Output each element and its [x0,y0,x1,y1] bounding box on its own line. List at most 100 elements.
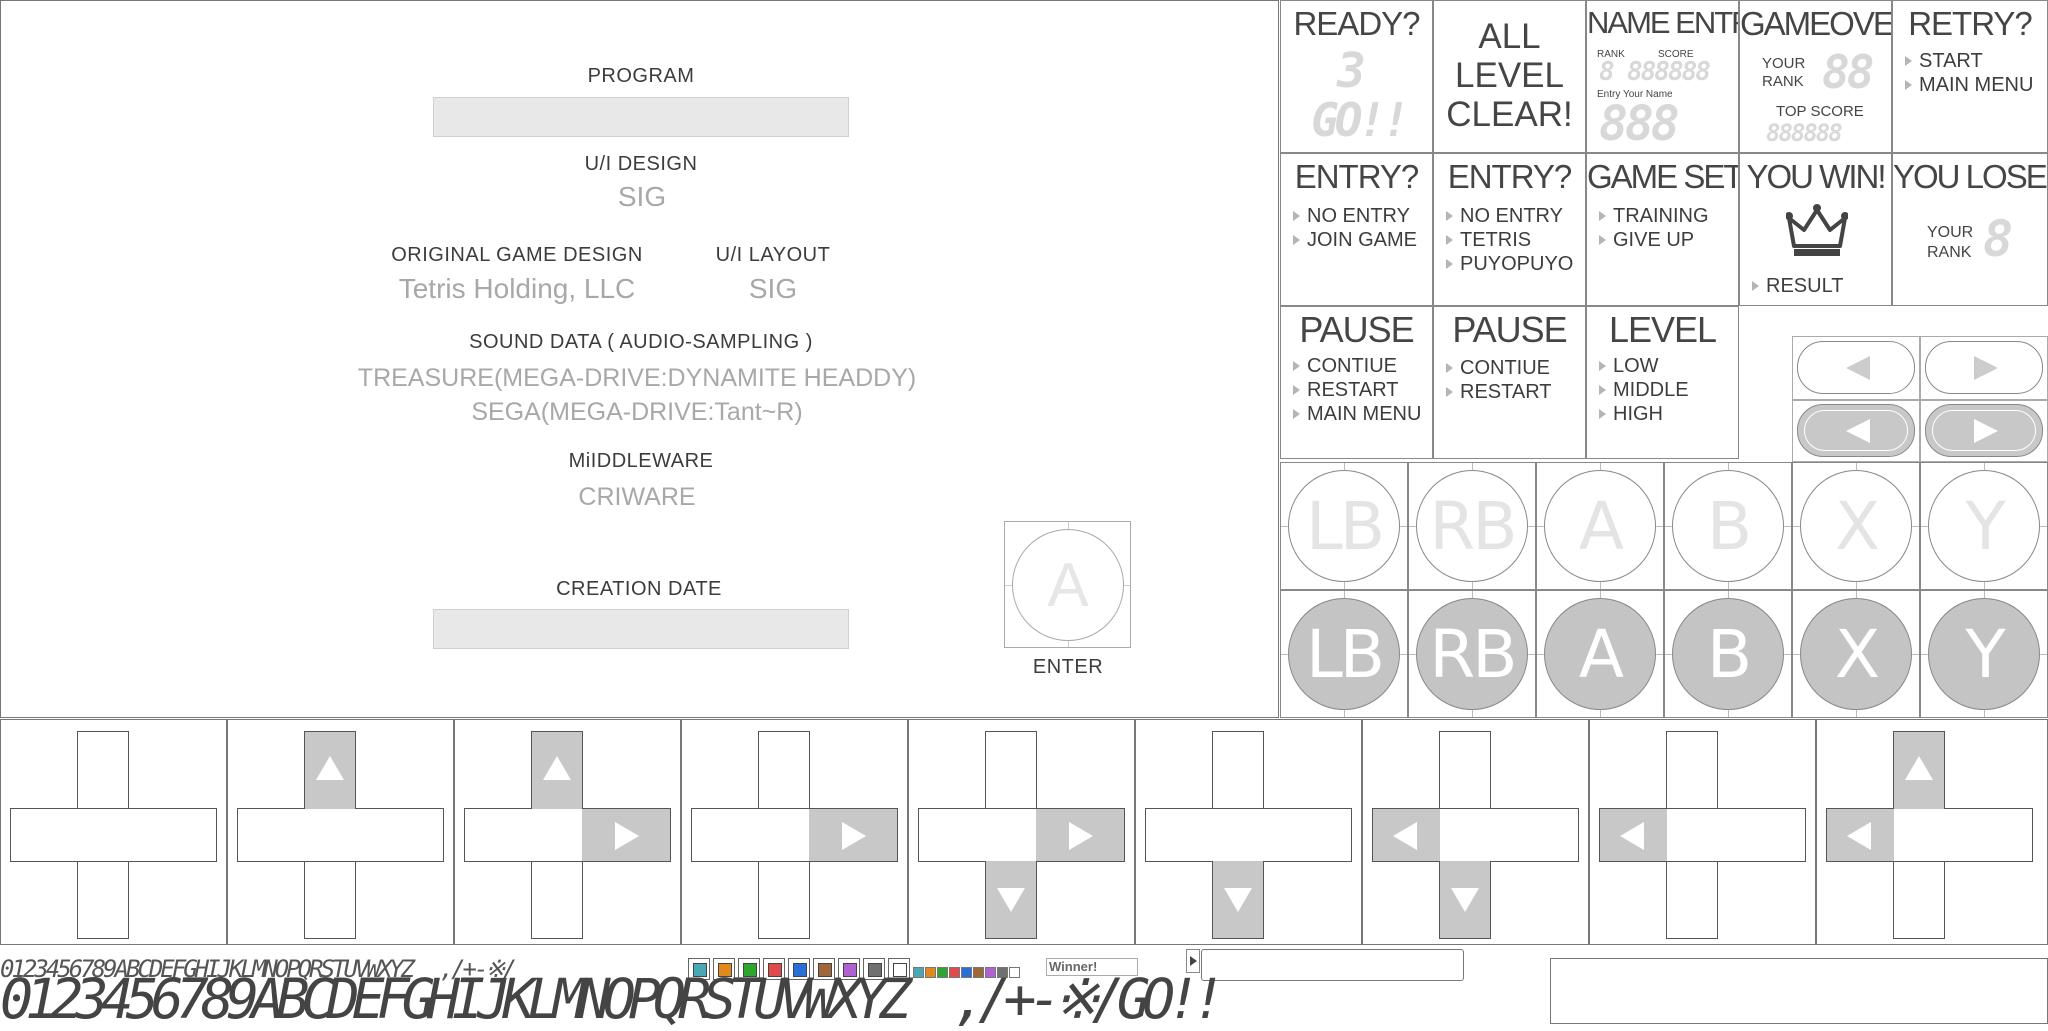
large-font-chars: 0123456789ABCDEFGHIJKLMNOPQRSTUVWXYZ [0,967,912,1031]
dpad[interactable] [1372,731,1579,939]
ready-title: READY? [1293,5,1420,42]
option-puyopuyo[interactable]: PUYOPUYO [1444,252,1573,276]
option-main-menu[interactable]: MAIN MENU [1291,402,1421,426]
dpad-cell [908,719,1135,945]
option-continue[interactable]: CONTIUE [1291,354,1421,378]
large-font-glyphs: 0123456789ABCDEFGHIJKLMNOPQRSTUVWXYZ ,/+… [0,972,1225,1027]
level-title: LEVEL [1608,309,1717,350]
game-set-options: TRAINING GIVE UP [1597,204,1709,252]
you-win-title: YOU WIN! [1746,158,1887,195]
dpad[interactable] [237,731,444,939]
gamepad-cell: B [1664,590,1792,718]
your-label: YOUR [1927,224,1974,241]
pause-title-2: PAUSE [1452,309,1567,350]
dpad[interactable] [1599,731,1806,939]
right-arrow-button-pressed[interactable] [1925,404,2043,457]
pause-options-2: CONTIUE RESTART [1444,356,1552,404]
retry-options: START MAIN MENU [1903,49,2033,97]
option-result[interactable]: RESULT [1750,274,1843,298]
gamepad-cell: LB [1280,462,1408,590]
gamepad-cell: RB [1408,590,1536,718]
ready-tile: READY? 3 GO!! [1280,0,1433,153]
dpad[interactable] [10,731,217,939]
sound-data-value-2: SEGA(MEGA-DRIVE:Tant~R) [471,398,803,426]
credits-panel: PROGRAM U/I DESIGN SIG ORIGINAL GAME DES… [0,0,1279,718]
countdown-digit: 3 [1337,43,1366,99]
your-label: YOUR [1762,55,1806,72]
gamepad-cell: RB [1408,462,1536,590]
sound-data-label: SOUND DATA ( AUDIO-SAMPLING ) [469,331,813,353]
dpad[interactable] [1826,731,2033,939]
dpad-cell [227,719,454,945]
option-middle[interactable]: MIDDLE [1597,378,1689,402]
entry-options-2: NO ENTRY TETRIS PUYOPUYO [1444,204,1573,276]
entry-title-1: ENTRY? [1294,158,1420,195]
crown-icon [1786,204,1848,256]
enter-label: ENTER [1032,656,1104,678]
lb-button-pressed[interactable]: LB [1288,598,1400,710]
dpad[interactable] [464,731,671,939]
rb-button[interactable]: RB [1416,470,1528,582]
you-lose-title: YOU LOSE! [1893,158,2048,195]
rb-button-pressed[interactable]: RB [1416,598,1528,710]
pause-tile-1: PAUSE CONTIUE RESTART MAIN MENU [1280,306,1433,459]
input-box[interactable] [1201,949,1464,981]
x-button[interactable]: X [1800,470,1912,582]
name-entry-tile: NAME ENTRY RANK SCORE 8 888888 Entry You… [1586,0,1739,153]
a-button-pressed[interactable]: A [1544,598,1656,710]
ui-design-value: SIG [617,181,667,212]
you-lose-tile: YOU LOSE! YOUR RANK 8 [1892,153,2048,306]
gameover-tile: GAMEOVER YOUR RANK 88 TOP SCORE 888888 [1739,0,1892,153]
level-tile: LEVEL LOW MIDDLE HIGH [1586,306,1739,459]
dpad[interactable] [1145,731,1352,939]
gamepad-cell: A [1536,590,1664,718]
option-low[interactable]: LOW [1597,354,1689,378]
option-high[interactable]: HIGH [1597,402,1689,426]
pause-tile-2: PAUSE CONTIUE RESTART [1433,306,1586,459]
you-win-tile: YOU WIN! RESULT [1739,153,1892,306]
left-arrow-button[interactable] [1797,341,1915,394]
creation-date-field [433,609,849,649]
gamepad-cell: Y [1920,462,2048,590]
option-join-game[interactable]: JOIN GAME [1291,228,1417,252]
ui-layout-label: U/I LAYOUT [715,244,831,266]
option-no-entry[interactable]: NO ENTRY [1444,204,1573,228]
dpad-cell [1816,719,2048,945]
gameover-title: GAMEOVER [1740,5,1892,42]
level-options: LOW MIDDLE HIGH [1597,354,1689,426]
enter-a-button[interactable]: A [1012,529,1124,641]
all-clear-title: ALL LEVEL CLEAR! [1446,17,1573,134]
y-button[interactable]: Y [1928,470,2040,582]
middleware-label: MiIDDLEWARE [568,450,714,472]
option-main-menu[interactable]: MAIN MENU [1903,73,2033,97]
a-button[interactable]: A [1544,470,1656,582]
b-button[interactable]: B [1672,470,1784,582]
y-button-pressed[interactable]: Y [1928,598,2040,710]
left-arrow-button-pressed[interactable] [1797,404,1915,457]
enter-button-cell[interactable]: A [1004,521,1131,648]
option-give-up[interactable]: GIVE UP [1597,228,1709,252]
right-arrow-icon [1974,356,1998,380]
option-no-entry[interactable]: NO ENTRY [1291,204,1417,228]
dpad-cell [1135,719,1362,945]
pause-title-1: PAUSE [1299,309,1414,350]
b-button-pressed[interactable]: B [1672,598,1784,710]
x-button-pressed[interactable]: X [1800,598,1912,710]
option-start[interactable]: START [1903,49,2033,73]
rank-label: RANK [1762,73,1804,90]
creation-date-label: CREATION DATE [556,578,722,600]
entry-tile-2: ENTRY? NO ENTRY TETRIS PUYOPUYO [1433,153,1586,306]
retry-tile: RETRY? START MAIN MENU [1892,0,2048,153]
dpad[interactable] [691,731,898,939]
option-training[interactable]: TRAINING [1597,204,1709,228]
option-continue[interactable]: CONTIUE [1444,356,1552,380]
all-clear-tile: ALL LEVEL CLEAR! [1433,0,1586,153]
option-tetris[interactable]: TETRIS [1444,228,1573,252]
left-arrow-icon [1846,419,1870,443]
option-restart[interactable]: RESTART [1444,380,1552,404]
option-restart[interactable]: RESTART [1291,378,1421,402]
right-arrow-button[interactable] [1925,341,2043,394]
dpad[interactable] [918,731,1125,939]
lb-button[interactable]: LB [1288,470,1400,582]
gamepad-cell: LB [1280,590,1408,718]
